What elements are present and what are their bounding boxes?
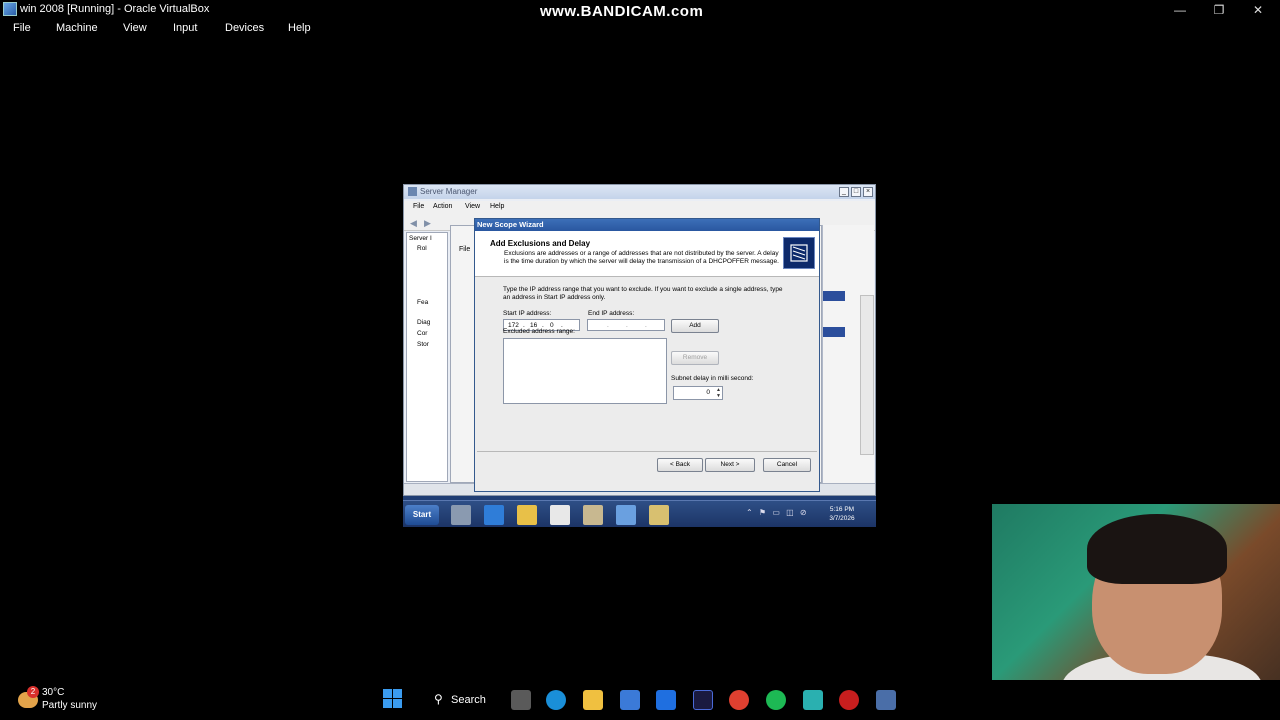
wizard-heading: Add Exclusions and Delay <box>490 239 591 248</box>
minimize-button[interactable]: — <box>1172 2 1188 18</box>
spotify-icon[interactable] <box>766 690 786 710</box>
menu-input[interactable]: Input <box>173 22 197 34</box>
bandicam-watermark: www.BANDICAM.com <box>540 3 704 20</box>
forward-arrow-icon[interactable]: ▶ <box>424 218 431 229</box>
wizard-title: New Scope Wizard <box>477 220 544 229</box>
virtualbox-task-icon[interactable] <box>876 690 896 710</box>
actions-header-2[interactable] <box>823 327 845 337</box>
subnet-delay-spinner[interactable]: 0 ▲ ▼ <box>673 386 723 400</box>
vertical-scrollbar[interactable] <box>860 295 874 455</box>
wizard-task-icon[interactable] <box>649 505 669 525</box>
menu-help[interactable]: Help <box>288 22 311 34</box>
webcam-person-hair <box>1087 514 1227 584</box>
server-manager-icon <box>408 187 417 196</box>
start-ip-label: Start IP address: <box>503 310 552 317</box>
menu-view[interactable]: View <box>123 22 147 34</box>
search-label[interactable]: Search <box>451 694 486 706</box>
tree-item-diagnostics[interactable]: Diag <box>417 319 430 326</box>
vm-tray-icons[interactable]: ⌃ ⚑ ▭ ◫ ⊘ <box>746 508 809 517</box>
remove-button[interactable]: Remove <box>671 351 719 365</box>
end-ip-input[interactable]: . . . <box>587 319 665 331</box>
windows-start-icon[interactable] <box>383 689 403 709</box>
store-icon[interactable] <box>620 690 640 710</box>
menu-devices[interactable]: Devices <box>225 22 264 34</box>
sm-close-button[interactable]: × <box>863 187 873 197</box>
host-titlebar: win 2008 [Running] - Oracle VirtualBox w… <box>0 0 1280 20</box>
wizard-titlebar: New Scope Wizard <box>475 219 819 231</box>
subnet-delay-value: 0 <box>706 389 710 396</box>
back-button[interactable]: < Back <box>657 458 703 472</box>
edge-icon[interactable] <box>546 690 566 710</box>
sm-menu-view[interactable]: View <box>465 203 480 210</box>
dropbox-icon[interactable] <box>656 690 676 710</box>
file-explorer-icon[interactable] <box>583 690 603 710</box>
server-manager-menubar: File Action View Help <box>404 201 875 215</box>
vm-time: 5:16 PM <box>829 506 855 513</box>
search-icon[interactable]: ⚲ <box>434 692 443 706</box>
vm-clock[interactable]: 5:16 PM 3/7/2026 <box>823 505 861 523</box>
security-icon[interactable] <box>693 690 713 710</box>
tree-item-server[interactable]: Server I <box>409 235 432 242</box>
sm-menu-action[interactable]: Action <box>433 203 452 210</box>
server-manager-titlebar: Server Manager _ □ × <box>404 185 875 199</box>
host-window-title: win 2008 [Running] - Oracle VirtualBox <box>20 3 210 15</box>
next-button[interactable]: Next > <box>705 458 755 472</box>
powershell-task-icon[interactable] <box>484 505 504 525</box>
dhcp-task-icon[interactable] <box>616 505 636 525</box>
cancel-button[interactable]: Cancel <box>763 458 811 472</box>
wizard-header: Add Exclusions and Delay Exclusions are … <box>475 231 819 277</box>
spinner-arrows-icon[interactable]: ▲ ▼ <box>716 387 721 399</box>
bandicam-icon[interactable] <box>839 690 859 710</box>
virtualbox-icon <box>3 2 17 16</box>
tree-item-roles[interactable]: Rol <box>417 245 427 252</box>
excluded-range-label: Excluded address range: <box>503 328 575 335</box>
subnet-delay-label: Subnet delay in milli second: <box>671 375 754 382</box>
end-ip-label: End IP address: <box>588 310 635 317</box>
weather-temperature[interactable]: 30°C <box>42 687 64 698</box>
new-scope-wizard-dialog: New Scope Wizard Add Exclusions and Dela… <box>474 218 820 492</box>
notepad-task-icon[interactable] <box>550 505 570 525</box>
sub-menu-file[interactable]: File <box>459 246 470 253</box>
sm-menu-file[interactable]: File <box>413 203 424 210</box>
server-stack-icon <box>790 244 808 262</box>
host-menubar: File Machine View Input Devices Help <box>0 22 600 42</box>
server-manager-tree[interactable]: Server I Rol Fea Diag Cor Stor <box>406 232 448 482</box>
server-manager-task-icon[interactable] <box>451 505 471 525</box>
explorer-task-icon[interactable] <box>517 505 537 525</box>
vscode-icon[interactable] <box>803 690 823 710</box>
vm-screen[interactable]: Server Manager _ □ × File Action View He… <box>403 184 876 527</box>
sm-minimize-button[interactable]: _ <box>839 187 849 197</box>
add-button[interactable]: Add <box>671 319 719 333</box>
vm-date: 3/7/2026 <box>829 515 855 522</box>
actions-header-1[interactable] <box>823 291 845 301</box>
vm-taskbar: Start ⌃ ⚑ ▭ ◫ ⊘ 5:16 PM 3/7/2026 <box>403 500 876 527</box>
task-view-icon[interactable] <box>511 690 531 710</box>
wizard-description: Exclusions are addresses or a range of a… <box>504 250 779 265</box>
restore-button[interactable]: ❐ <box>1211 2 1227 18</box>
chrome-icon[interactable] <box>729 690 749 710</box>
tree-item-features[interactable]: Fea <box>417 299 428 306</box>
sm-menu-help[interactable]: Help <box>490 203 504 210</box>
weather-description[interactable]: Partly sunny <box>42 700 97 711</box>
wizard-body: Type the IP address range that you want … <box>475 277 819 491</box>
instructions-text: Type the IP address range that you want … <box>503 286 783 301</box>
tools-task-icon[interactable] <box>583 505 603 525</box>
sm-maximize-button[interactable]: □ <box>851 187 861 197</box>
tree-item-storage[interactable]: Stor <box>417 341 429 348</box>
close-button[interactable]: ✕ <box>1250 2 1266 18</box>
server-manager-title: Server Manager <box>420 187 478 196</box>
excluded-range-list[interactable] <box>503 338 667 404</box>
menu-file[interactable]: File <box>13 22 31 34</box>
wizard-banner-icon <box>783 237 815 269</box>
wizard-separator <box>477 451 817 452</box>
menu-machine[interactable]: Machine <box>56 22 98 34</box>
weather-badge: 2 <box>27 686 39 698</box>
tree-item-configuration[interactable]: Cor <box>417 330 427 337</box>
vm-start-button[interactable]: Start <box>405 505 439 525</box>
windows-taskbar <box>0 680 1280 720</box>
back-arrow-icon[interactable]: ◀ <box>410 218 417 229</box>
